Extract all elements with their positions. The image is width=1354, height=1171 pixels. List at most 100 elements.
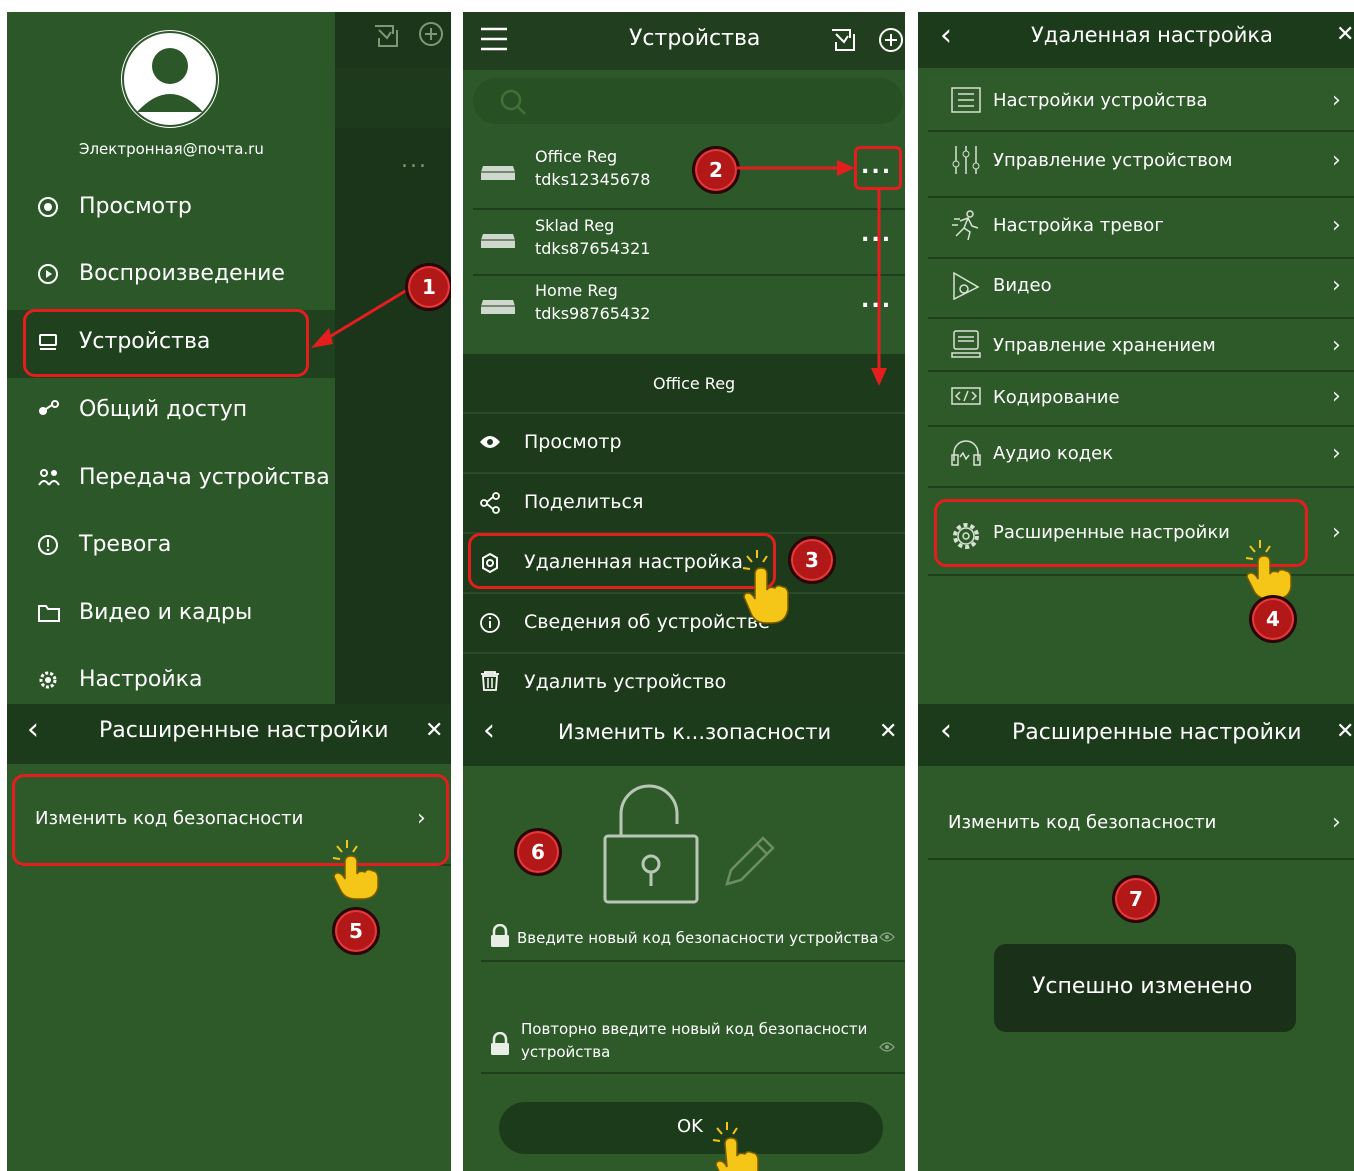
device-serial: tdks98765432 — [535, 304, 651, 323]
eye-target-icon — [38, 197, 58, 217]
chevron-right-icon: › — [1332, 384, 1341, 409]
sliders-icon — [952, 146, 980, 174]
chevron-right-icon: › — [1332, 333, 1341, 358]
settings-row[interactable]: Управление хранением › — [928, 319, 1354, 375]
menu-label: Настройка — [79, 667, 203, 692]
settings-row[interactable]: Аудио кодек › — [928, 427, 1354, 483]
row-label: Кодирование — [993, 387, 1120, 408]
settings-row[interactable]: Кодирование › — [928, 372, 1354, 422]
panel-side-menu: ... Электронная@почта.ru Просмотр Воспро… — [7, 12, 451, 704]
menu-label: Тревога — [79, 532, 172, 557]
page-title: Расширенные настройки — [99, 718, 389, 743]
settings-row[interactable]: Управление устройством › — [928, 134, 1354, 190]
highlight-devices — [23, 309, 309, 377]
settings-row[interactable]: Видео › — [928, 259, 1354, 315]
menu-item-playback[interactable]: Воспроизведение — [7, 247, 335, 307]
arrow-annotation — [871, 190, 887, 386]
transfer-icon — [38, 469, 60, 486]
highlight-change-code — [12, 774, 449, 866]
add-icon[interactable] — [877, 26, 905, 54]
device-name: Home Reg — [535, 281, 618, 300]
step-badge-1: 1 — [405, 263, 451, 311]
info-icon — [480, 613, 500, 633]
menu-item-media[interactable]: Видео и кадры — [7, 586, 335, 646]
hamburger-icon[interactable] — [479, 26, 509, 52]
settings-row[interactable]: Настройки устройства › — [928, 74, 1354, 130]
sheet-item-share[interactable]: Поделиться — [463, 474, 905, 532]
hard-drive-icon — [951, 330, 981, 358]
settings-row[interactable]: Настройка тревог › — [928, 199, 1354, 255]
header-bar: ‹ Расширенные настройки ✕ — [918, 704, 1354, 766]
menu-item-settings[interactable]: Настройка — [7, 653, 335, 704]
panel-change-security-code: ‹ Изменить к...зопасности ✕ 6 Введите но… — [463, 704, 905, 1171]
repeat-code-field[interactable]: Повторно введите новый код безопасности … — [481, 1014, 901, 1072]
panel-remote-config: ‹ Удаленная настройка ✕ Настройки устрой… — [918, 12, 1354, 704]
dvr-icon — [481, 300, 515, 314]
settings-row-change-code[interactable]: Изменить код безопасности › — [928, 790, 1354, 854]
device-name: Office Reg — [535, 147, 618, 166]
menu-item-sharing[interactable]: Общий доступ — [7, 383, 335, 443]
sheet-item-delete[interactable]: Удалить устройство — [463, 654, 905, 704]
field-placeholder: устройства — [521, 1043, 611, 1061]
page-title: Устройства — [629, 26, 761, 51]
ok-button[interactable]: OK — [499, 1102, 883, 1154]
menu-label: Общий доступ — [79, 397, 248, 422]
dvr-icon — [481, 234, 515, 248]
device-serial: tdks87654321 — [535, 239, 651, 258]
back-icon[interactable]: ‹ — [940, 18, 952, 53]
eye-icon[interactable] — [879, 932, 895, 942]
close-icon[interactable]: ✕ — [1336, 719, 1354, 744]
avatar[interactable] — [117, 26, 223, 132]
pointer-hand-icon — [742, 550, 789, 624]
dvr-icon — [481, 166, 515, 180]
share-icon — [39, 400, 59, 415]
row-label: Видео — [993, 275, 1052, 296]
row-label: Управление хранением — [993, 335, 1216, 356]
menu-item-view[interactable]: Просмотр — [7, 180, 335, 240]
page-title: Расширенные настройки — [1012, 720, 1302, 745]
header-bar: ‹ Удаленная настройка ✕ — [918, 12, 1354, 68]
panel-devices: Устройства Office Reg tdks12345678 ... S… — [463, 12, 905, 704]
padlock-open-icon — [603, 784, 699, 904]
step-badge-7: 7 — [1112, 875, 1160, 923]
back-icon[interactable]: ‹ — [483, 713, 495, 748]
running-person-icon — [952, 210, 979, 241]
step-badge-5: 5 — [332, 907, 380, 955]
sheet-label: Сведения об устройстве — [524, 611, 770, 633]
chevron-right-icon: › — [1332, 441, 1341, 466]
sheet-title: Office Reg — [653, 374, 736, 393]
sheet-item-device-info[interactable]: Сведения об устройстве — [463, 594, 905, 652]
search-input[interactable] — [473, 78, 903, 124]
back-icon[interactable]: ‹ — [27, 712, 39, 747]
panel-advanced-settings: ‹ Расширенные настройки ✕ Изменить код б… — [7, 704, 451, 1171]
chevron-right-icon: › — [1332, 810, 1341, 835]
share-device-icon[interactable] — [828, 24, 858, 54]
menu-item-transfer[interactable]: Передача устройства — [7, 451, 335, 511]
gear-icon — [39, 671, 57, 689]
arrow-annotation — [737, 160, 855, 176]
sheet-item-view[interactable]: Просмотр — [463, 414, 905, 472]
field-placeholder: Повторно введите новый код безопасности — [521, 1020, 868, 1038]
menu-item-alarm[interactable]: Тревога — [7, 518, 335, 578]
sheet-label: Просмотр — [524, 431, 622, 453]
back-icon[interactable]: ‹ — [940, 713, 952, 748]
highlight-more-button — [854, 146, 902, 190]
eye-icon[interactable] — [879, 1042, 895, 1052]
header-bar: ‹ Расширенные настройки ✕ — [7, 704, 451, 764]
menu-label: Видео и кадры — [79, 600, 253, 625]
highlight-remote-config — [468, 533, 776, 589]
close-icon[interactable]: ✕ — [1336, 22, 1354, 47]
add-icon — [419, 22, 443, 46]
search-icon — [500, 89, 526, 115]
new-code-field[interactable]: Введите новый код безопасности устройств… — [481, 912, 901, 960]
close-icon[interactable]: ✕ — [425, 718, 443, 743]
background-app: ... — [335, 12, 451, 704]
device-row[interactable]: Sklad Reg tdks87654321 ... — [463, 210, 905, 274]
chevron-right-icon: › — [1332, 520, 1341, 545]
account-email: Электронная@почта.ru — [79, 140, 264, 158]
close-icon[interactable]: ✕ — [879, 719, 897, 744]
pointer-hand-icon — [332, 840, 379, 900]
play-icon — [38, 264, 58, 284]
device-row[interactable]: Home Reg tdks98765432 ... — [463, 276, 905, 340]
row-label: Настройка тревог — [993, 215, 1164, 236]
